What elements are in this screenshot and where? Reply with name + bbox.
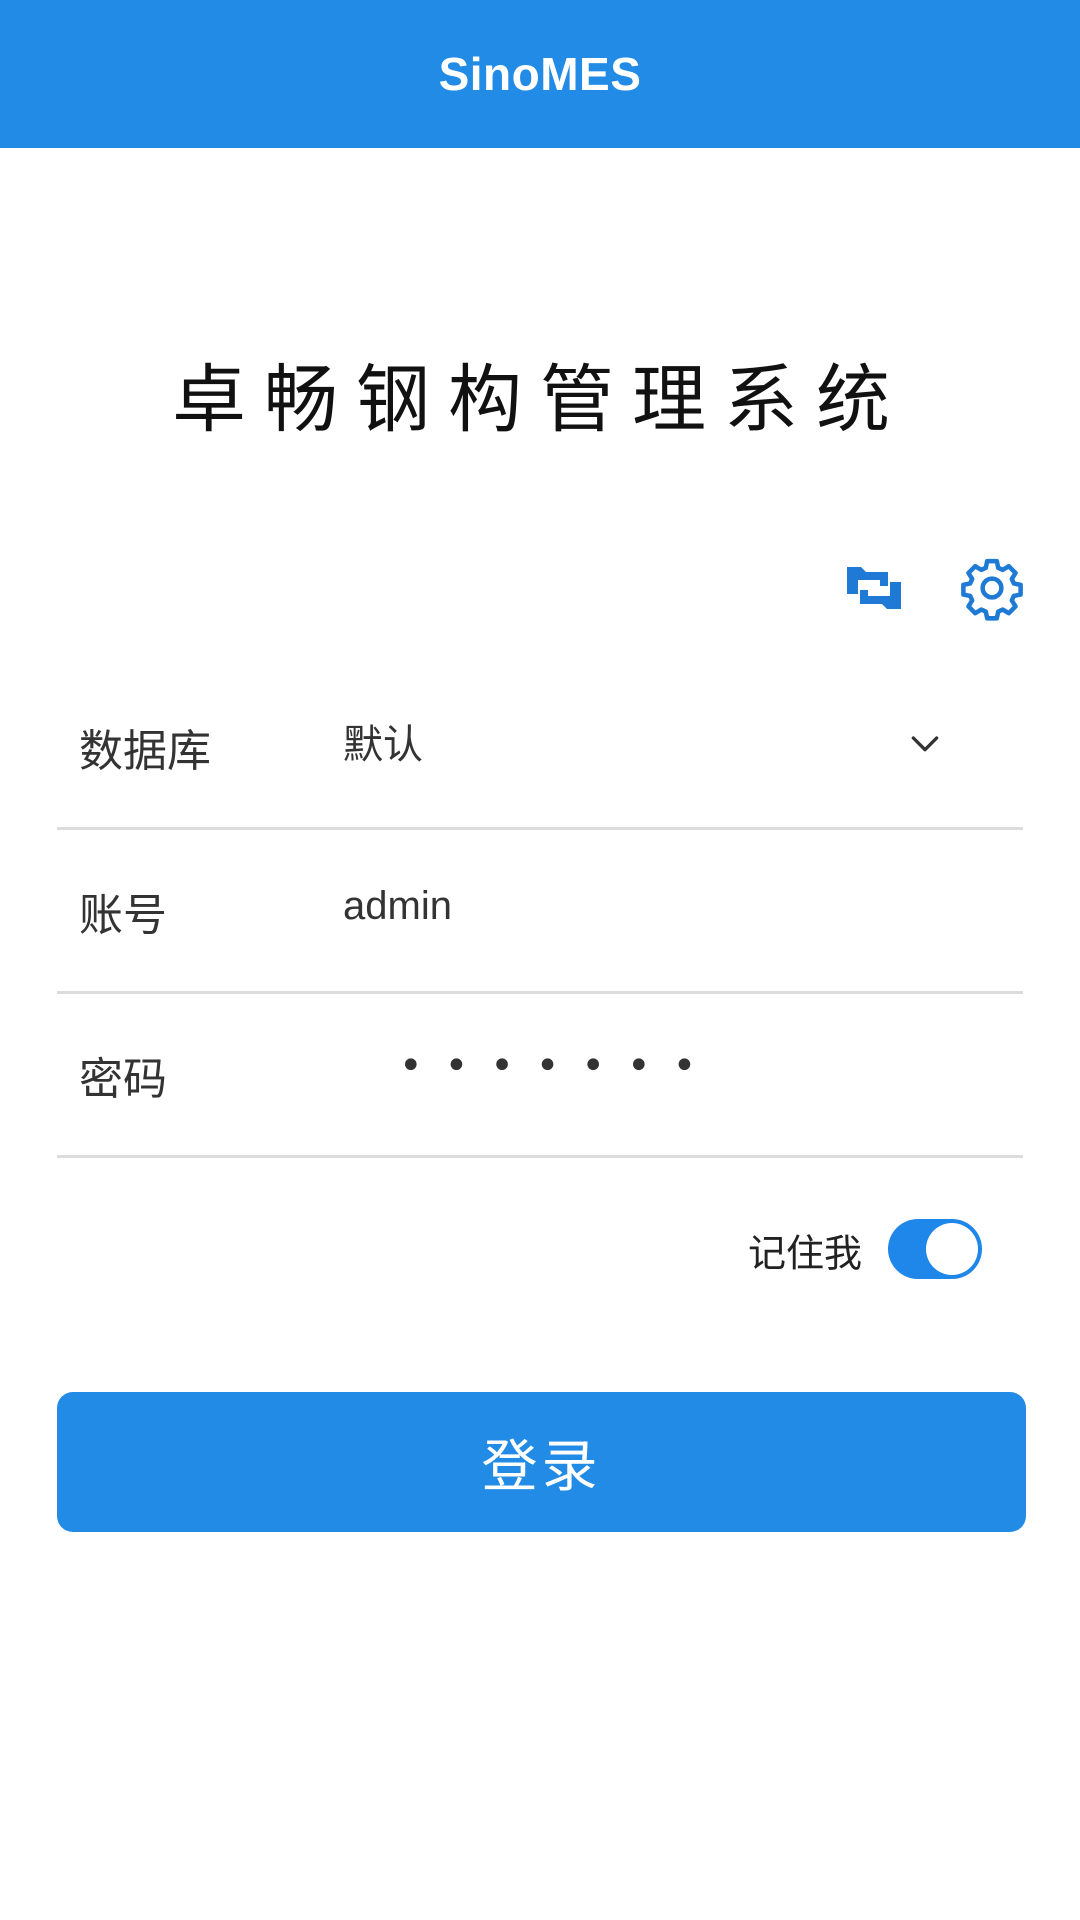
settings-button[interactable] xyxy=(954,550,1030,626)
login-button[interactable]: 登录 xyxy=(57,1392,1026,1532)
gear-icon xyxy=(961,558,1023,621)
app-bar-title: SinoMES xyxy=(438,48,642,100)
database-select[interactable]: 数据库 默认 xyxy=(57,666,1023,830)
login-button-label: 登录 xyxy=(481,1434,602,1500)
login-form: 数据库 默认 账号 admin 密码 ••••••• xyxy=(57,666,1023,1166)
remember-me-toggle[interactable] xyxy=(888,1219,982,1279)
toggle-knob xyxy=(926,1223,978,1275)
switch-account-button[interactable] xyxy=(836,550,912,626)
remember-me: 记住我 xyxy=(740,1210,1000,1290)
app-bar: SinoMES xyxy=(0,0,1080,148)
database-value: 默认 xyxy=(343,721,423,768)
account-field[interactable]: 账号 admin xyxy=(57,830,1023,994)
switch-account-icon xyxy=(847,567,901,609)
database-label: 数据库 xyxy=(79,725,211,777)
remember-me-label: 记住我 xyxy=(748,1231,863,1276)
account-value: admin xyxy=(343,883,452,928)
account-label: 账号 xyxy=(79,889,167,941)
password-label: 密码 xyxy=(79,1053,167,1105)
password-masked-value: ••••••• xyxy=(399,1042,719,1089)
password-field[interactable]: 密码 ••••••• xyxy=(57,994,1023,1158)
chevron-down-icon xyxy=(911,735,939,751)
system-title: 卓畅钢构管理系统 xyxy=(172,357,908,443)
